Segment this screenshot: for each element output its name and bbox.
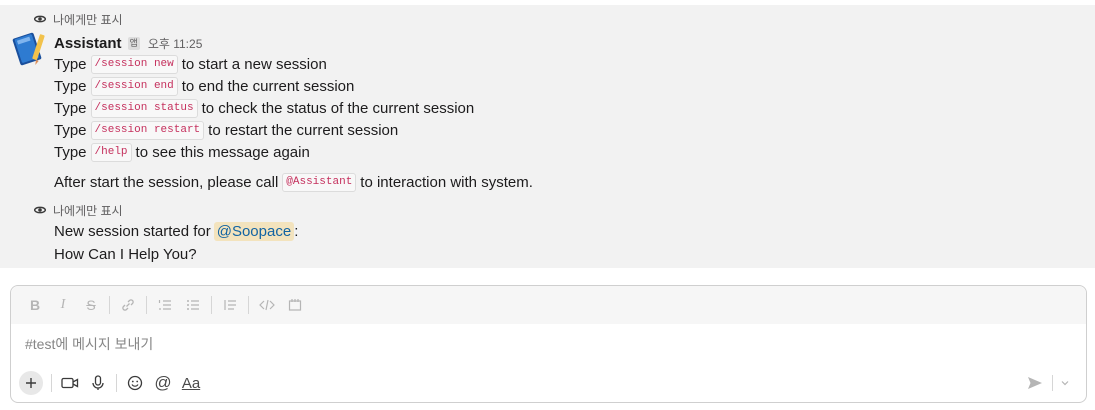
line-suffix: to check the status of the current sessi…	[201, 99, 475, 117]
code-icon[interactable]	[253, 293, 281, 317]
line-suffix: to restart the current session	[208, 121, 399, 139]
command-line: Type /help to see this message again	[54, 142, 310, 162]
app-badge: 앱	[127, 36, 140, 50]
line-prefix: Type	[54, 121, 87, 139]
sender-name[interactable]: Assistant	[54, 35, 122, 52]
inline-code: /session new	[90, 54, 178, 74]
only-visible-label: 나에게만 표시	[53, 12, 123, 27]
help-text: How Can I Help You?	[54, 245, 197, 263]
only-visible-to-you-notice: 나에게만 표시	[34, 202, 123, 218]
message-header: Assistant 앱 오후 11:25	[54, 33, 202, 53]
line-prefix: Type	[54, 143, 87, 161]
message-composer: B I S #test에 메시지 보내기 @ Aa	[10, 285, 1087, 403]
line-prefix: Type	[54, 55, 87, 73]
assistant-avatar[interactable]	[10, 30, 46, 66]
line-prefix: New session started for	[54, 222, 211, 240]
eye-icon	[34, 15, 46, 23]
code-block-icon[interactable]	[281, 293, 309, 317]
session-started-line: New session started for @Soopace :	[54, 221, 298, 241]
inline-code: /help	[90, 142, 132, 162]
plus-icon[interactable]	[19, 371, 43, 395]
eye-icon	[34, 206, 46, 214]
inline-code: /session end	[90, 76, 178, 96]
composer-actions: @ Aa	[19, 370, 1079, 396]
bulleted-list-icon[interactable]	[179, 293, 207, 317]
user-mention[interactable]: @Soopace	[213, 221, 295, 241]
italic-icon[interactable]: I	[49, 293, 77, 317]
send-icon[interactable]	[1022, 371, 1048, 395]
inline-code: /session restart	[90, 120, 205, 140]
strikethrough-icon[interactable]: S	[77, 293, 105, 317]
command-line: Type /session end to end the current ses…	[54, 76, 354, 96]
command-line: Type /session status to check the status…	[54, 98, 474, 118]
help-line: How Can I Help You?	[54, 244, 197, 264]
only-visible-to-you-notice: 나에게만 표시	[34, 11, 123, 27]
bold-icon[interactable]: B	[21, 293, 49, 317]
line-suffix: to end the current session	[181, 77, 355, 95]
toolbar-divider	[116, 374, 117, 392]
formatting-toolbar: B I S	[11, 286, 1086, 324]
send-controls	[1022, 370, 1073, 396]
toolbar-divider	[51, 374, 52, 392]
message-input[interactable]: #test에 메시지 보내기	[25, 334, 153, 354]
toolbar-divider	[211, 296, 212, 314]
ordered-list-icon[interactable]	[151, 293, 179, 317]
toolbar-divider	[1052, 375, 1053, 391]
line-prefix: After start the session, please call	[54, 173, 279, 191]
only-visible-label: 나에게만 표시	[53, 203, 123, 218]
line-suffix: to see this message again	[135, 143, 310, 161]
line-suffix: to start a new session	[181, 55, 327, 73]
chevron-down-icon[interactable]	[1057, 371, 1073, 395]
format-toggle-icon[interactable]: Aa	[177, 371, 205, 395]
inline-code: @Assistant	[282, 172, 357, 192]
instruction-line: After start the session, please call @As…	[54, 172, 533, 192]
line-suffix: to interaction with system.	[360, 173, 533, 191]
timestamp[interactable]: 오후 11:25	[148, 35, 203, 52]
microphone-icon[interactable]	[84, 371, 112, 395]
command-line: Type /session restart to restart the cur…	[54, 120, 398, 140]
line-prefix: Type	[54, 99, 87, 117]
line-prefix: Type	[54, 77, 87, 95]
emoji-icon[interactable]	[121, 371, 149, 395]
toolbar-divider	[146, 296, 147, 314]
inline-code: /session status	[90, 98, 198, 118]
mention-icon[interactable]: @	[149, 371, 177, 395]
toolbar-divider	[248, 296, 249, 314]
line-suffix: :	[294, 222, 299, 240]
toolbar-divider	[109, 296, 110, 314]
video-icon[interactable]	[56, 371, 84, 395]
command-line: Type /session new to start a new session	[54, 54, 327, 74]
link-icon[interactable]	[114, 293, 142, 317]
blockquote-icon[interactable]	[216, 293, 244, 317]
